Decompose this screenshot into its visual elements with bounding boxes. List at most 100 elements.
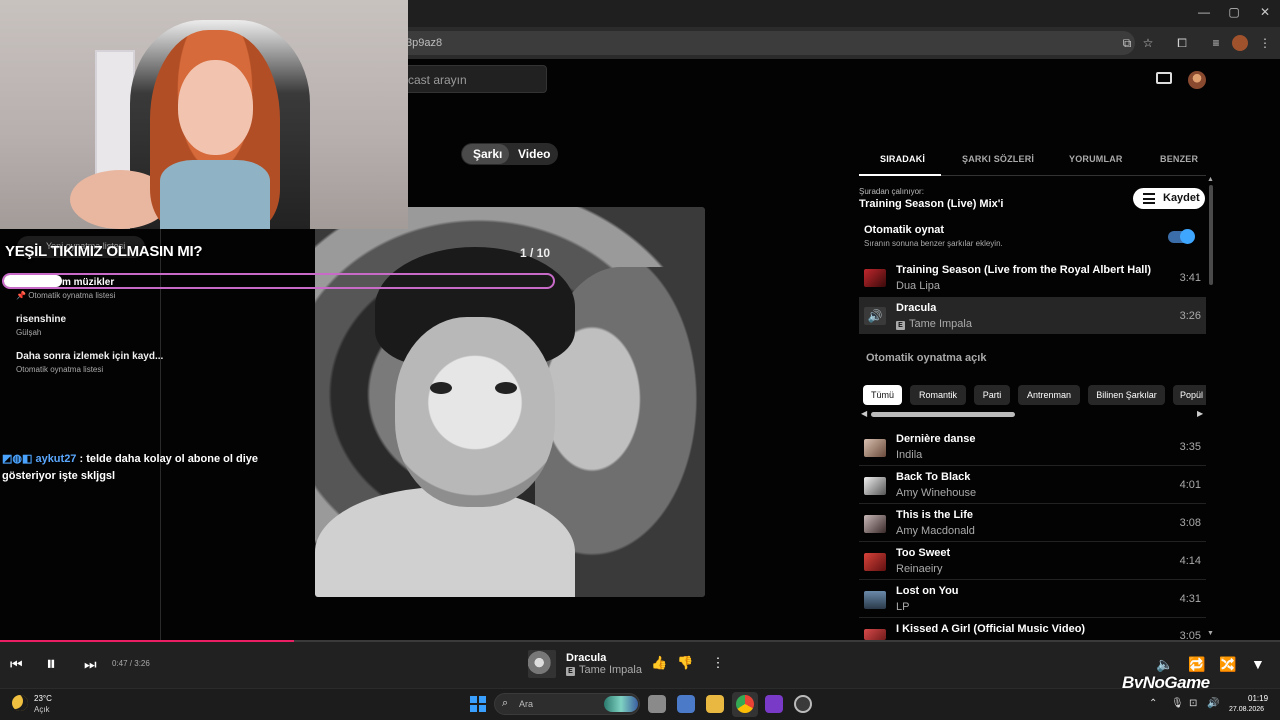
search-icon: ⌕ [502,697,509,709]
sidebar-divider [160,229,161,640]
start-button[interactable] [470,696,486,712]
sidebar-item-sub: Gülşah [16,328,42,337]
track-title: Back To Black [896,471,971,483]
sidebar-item-sub: Otomatik oynatma listesi [16,365,104,374]
app-icon[interactable] [794,695,812,713]
weather-status: Açık [34,705,50,714]
maximize-button[interactable]: ▢ [1219,5,1249,19]
video-tab[interactable]: Video [518,147,550,161]
webcam-top [160,160,270,229]
track-thumbnail [864,515,886,533]
track-duration: 3:05 [1179,630,1201,640]
tab-lyrics[interactable]: ŞARKI SÖZLERİ [962,154,1034,164]
sidebar-item-risenshine[interactable]: risenshine [16,314,66,325]
now-playing-thumbnail[interactable] [528,650,556,678]
queue-artist-line: E Tame Impala [896,318,972,330]
autoplay-subtitle: Sıranın sonuna benzer şarkılar ekleyin. [864,239,1003,248]
chip-party[interactable]: Parti [974,385,1010,405]
song-tab[interactable]: Şarkı [473,147,502,161]
chips-scroll-right[interactable]: ▶ [1197,409,1203,418]
microphone-icon[interactable]: 🎙 [1171,698,1184,709]
track-title: Too Sweet [896,547,951,559]
tab-comments[interactable]: YORUMLAR [1069,154,1123,164]
queue-title: Training Season (Live from the Royal Alb… [896,264,1152,276]
next-icon[interactable]: ⏭ [84,656,97,673]
stream-overlay-title: YEŞİL TIKIMIZ OLMASIN MI? [5,243,203,260]
close-window-button[interactable]: ✕ [1250,5,1280,19]
network-icon[interactable]: ⊡ [1189,698,1197,709]
task-view-icon[interactable] [648,695,666,713]
like-icon[interactable]: 👍 [651,656,667,670]
album-art-face [395,317,555,507]
track-title: Lost on You [896,585,959,597]
chip-all[interactable]: Tümü [863,385,902,405]
speaker-icon[interactable]: 🔊 [1207,698,1219,709]
explicit-badge: E [896,321,905,330]
track-thumbnail [864,591,886,609]
album-art-eye [495,382,517,394]
more-options-icon[interactable]: ⋮ [711,656,725,670]
track-duration: 3:35 [1179,441,1201,453]
tab-related[interactable]: BENZER [1160,154,1198,164]
webcam-face [178,60,253,155]
now-playing-artist-line: E Tame Impala [566,664,642,676]
address-bar[interactable] [395,31,1135,55]
volume-icon[interactable]: 🔈 [1156,656,1173,673]
minimize-button[interactable]: — [1189,5,1219,19]
autoplay-toggle-knob [1180,229,1195,244]
tab-up-next[interactable]: SIRADAKİ [880,154,925,164]
queue-title: Dracula [896,302,937,314]
sidebar-item-liked-music[interactable]: m müzikler [62,277,114,288]
chip-romantic[interactable]: Romantik [910,385,966,405]
now-playing-artist[interactable]: Tame Impala [579,664,642,676]
track-thumbnail [864,553,886,571]
obs-icon[interactable] [765,695,783,713]
chrome-icon[interactable] [736,695,754,713]
chip-workout[interactable]: Antrenman [1018,385,1080,405]
chip-popular[interactable]: Popül [1173,385,1206,405]
queue-scrollbar[interactable] [1209,185,1213,285]
bookmark-star-icon[interactable]: ☆ [1140,35,1156,51]
clock-time: 01:19 [1248,694,1269,703]
playlist-add-icon [1143,193,1155,204]
chips-scroll-left[interactable]: ◀ [861,409,867,418]
cast-icon[interactable] [1156,72,1172,84]
queue-duration: 3:41 [1179,272,1201,284]
chip-known-songs[interactable]: Bilinen Şarkılar [1088,385,1165,405]
dislike-icon[interactable]: 👎 [677,656,693,670]
track-title: Dernière danse [896,433,976,445]
now-playing-title[interactable]: Dracula [566,652,606,664]
profile-avatar[interactable] [1232,35,1248,51]
sidebar-item-watch-later[interactable]: Daha sonra izlemek için kayd... [16,351,163,362]
track-artist: Indila [896,449,923,461]
scroll-up-arrow[interactable]: ▲ [1207,176,1214,183]
track-duration: 4:01 [1179,479,1201,491]
media-control-icon[interactable]: ≡ [1208,35,1224,51]
explicit-badge: E [566,667,575,676]
scroll-down-arrow[interactable]: ▼ [1207,630,1214,637]
weather-temp: 23°C [34,694,52,703]
file-explorer-icon[interactable] [706,695,724,713]
store-icon[interactable] [677,695,695,713]
track-duration: 4:31 [1179,593,1201,605]
weather-moon-icon[interactable] [12,695,28,711]
track-thumbnail [864,629,886,640]
extensions-icon[interactable]: ⧠ [1174,35,1190,51]
expand-player-icon[interactable]: ▼ [1251,656,1265,672]
account-avatar[interactable] [1188,71,1206,89]
queue-thumbnail [864,269,886,287]
track-duration: 3:08 [1179,517,1201,529]
previous-icon[interactable]: ⏮ [10,656,23,673]
repeat-icon[interactable]: 🔁 [1188,656,1205,673]
track-duration: 4:14 [1179,555,1201,567]
pause-icon[interactable]: ⏸ [46,653,56,676]
shuffle-icon[interactable]: 🔀 [1219,656,1236,673]
install-app-icon[interactable]: ⧉ [1119,35,1135,51]
chips-scrollbar[interactable] [871,412,1015,417]
stream-chat-message: ◩◍◧ aykut27 : telde daha kolay ol abone … [2,453,258,482]
tray-expand-icon[interactable]: ⌃ [1149,698,1157,709]
track-artist: Reinaeiry [896,563,943,575]
playing-from-value: Training Season (Live) Mix'i [859,198,1004,210]
browser-menu-icon[interactable]: ⋮ [1257,35,1273,51]
stream-highlight-mask [4,275,62,287]
